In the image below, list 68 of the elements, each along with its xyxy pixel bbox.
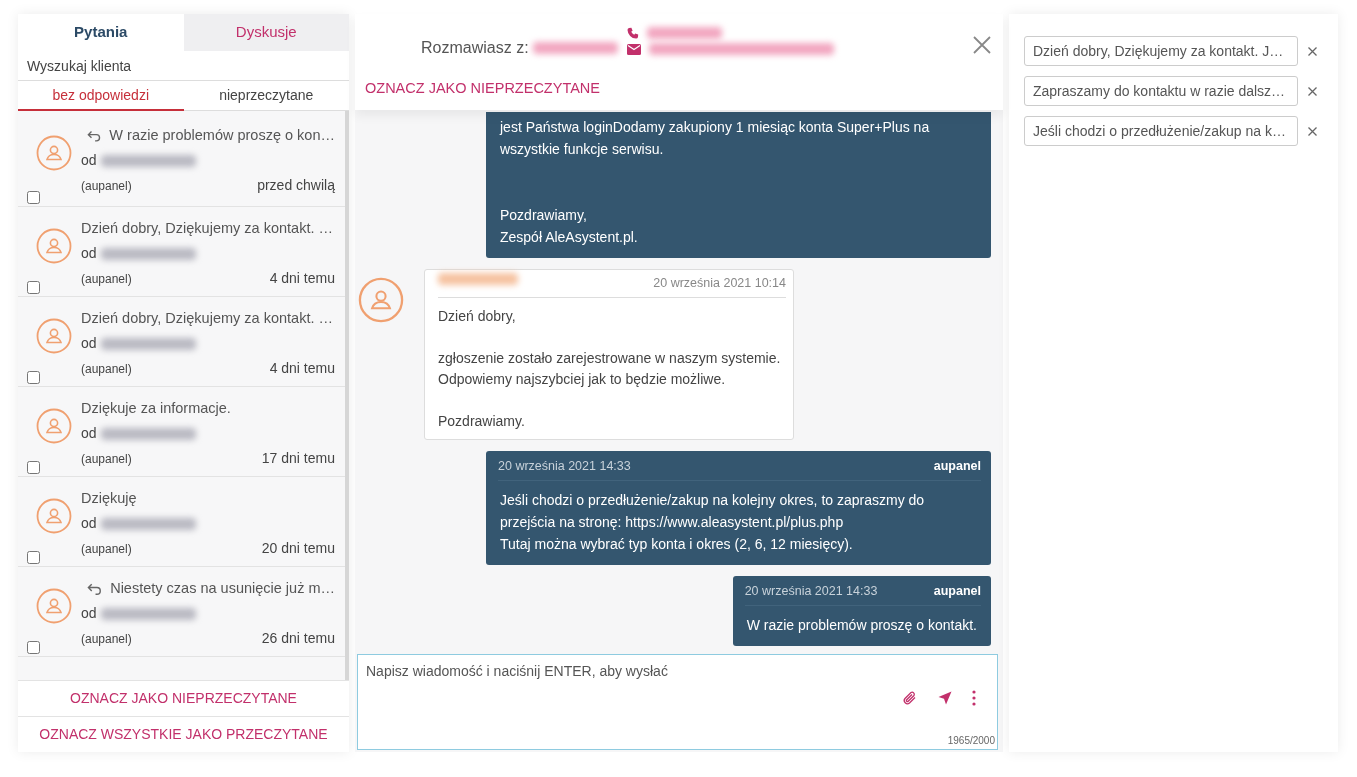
from-label: od [81,604,97,624]
conversation-label: Rozmawiasz z: [421,38,529,58]
tab[interactable]: Dyskusje [183,14,349,51]
time-label: 4 dni temu [269,269,335,289]
template-item[interactable]: Zapraszamy do kontaktu w razie dalsz… [1024,76,1298,106]
message-preview: Dzień dobry, Dziękujemy za kontakt. … [81,308,333,328]
phone-icon [627,27,639,39]
message-preview: Dziękuję [81,488,137,508]
time-label: przed chwilą [257,176,335,196]
source-label: (aupanel) [81,360,132,378]
checkbox[interactable] [27,461,40,474]
message-author: aupanel [933,583,981,600]
message-text: Dzień dobry, zgłoszenie zostało zarejestrowane w naszym systemie. Odpowiemy najszybciej jak to będzie możliwe. Pozdrawiamy. [438,307,782,431]
close-icon [1308,127,1317,137]
filter-tab[interactable]: nieprzeczytane [183,81,349,111]
template-item[interactable]: Dzień dobry, Dziękujemy za kontakt. J… [1024,36,1298,66]
message-text: W razie problemów proszę o kontakt. [746,616,977,635]
template-item[interactable]: Jeśli chodzi o przedłużenie/zakup na k… [1024,116,1298,146]
from-label: od [81,334,97,354]
mark-button[interactable]: OZNACZ JAKO NIEPRZECZYTANE [18,680,349,716]
message-author: aupanel [933,458,981,475]
source-label: (aupanel) [81,177,132,195]
character-counter: 1965/2000 [947,734,995,748]
source-label: (aupanel) [81,540,132,558]
avatar-icon [36,135,72,171]
more-icon[interactable] [972,690,976,706]
time-label: 4 dni temu [269,359,335,379]
mark-button[interactable]: OZNACZ WSZYSTKIE JAKO PRZECZYTANE [18,716,349,752]
envelope-icon [627,43,641,55]
paperclip-icon[interactable] [902,690,918,706]
message-time: 20 września 2021 14:33 [744,583,878,600]
message-preview: Dzień dobry, Dziękujemy za kontakt. … [81,218,333,238]
source-label: (aupanel) [81,630,132,648]
message-text: Jeśli chodzi o przedłużenie/zakup na kolejny okres, to zapraszmy do przejścia na stronę: https://www.aleasystent.pl/plus.php Tutaj można wybrać typ konta i okres (2, 6, 12 miesięcy). [500,491,926,554]
tab[interactable]: Pytania [18,14,184,51]
search-field[interactable]: Wyszukaj klienta [18,51,349,81]
avatar-icon [36,498,72,534]
message-text: jest Państwa loginDodamy zakupiony 1 miesiąc konta Super+Plus na wszystkie funkcje serwisu. Pozdrawiamy, Zespół AleAsystent.pl. [500,118,931,247]
from-label: od [81,244,97,264]
from-label: od [81,514,97,534]
close-icon [1308,87,1317,97]
filter-tab[interactable]: bez odpowiedzi [18,81,184,111]
time-label: 26 dni temu [261,629,335,649]
source-label: (aupanel) [81,270,132,288]
from-label: od [81,424,97,444]
send-icon[interactable] [938,691,952,705]
message-time: 20 września 2021 10:14 [653,275,786,292]
close-icon[interactable] [973,36,991,54]
from-label: od [81,151,97,171]
message-time: 20 września 2021 14:33 [498,458,631,475]
checkbox[interactable] [27,641,40,654]
checkbox[interactable] [27,191,40,204]
message-preview: W razie problemów proszę o kon… [109,125,335,145]
mark-unread-button[interactable]: OZNACZ JAKO NIEPRZECZYTANE [365,78,600,100]
checkbox[interactable] [27,281,40,294]
message-preview: Dziękuje za informacje. [81,398,231,418]
avatar-icon [358,277,404,323]
checkbox[interactable] [27,371,40,384]
time-label: 20 dni temu [261,539,335,559]
time-label: 17 dni temu [261,449,335,469]
checkbox[interactable] [27,551,40,564]
message-preview: Niestety czas na usunięcie już m… [110,578,335,598]
close-icon [1308,47,1317,57]
avatar-icon [36,408,72,444]
avatar-icon [36,588,72,624]
source-label: (aupanel) [81,450,132,468]
avatar-icon [36,318,72,354]
avatar-icon [36,228,72,264]
